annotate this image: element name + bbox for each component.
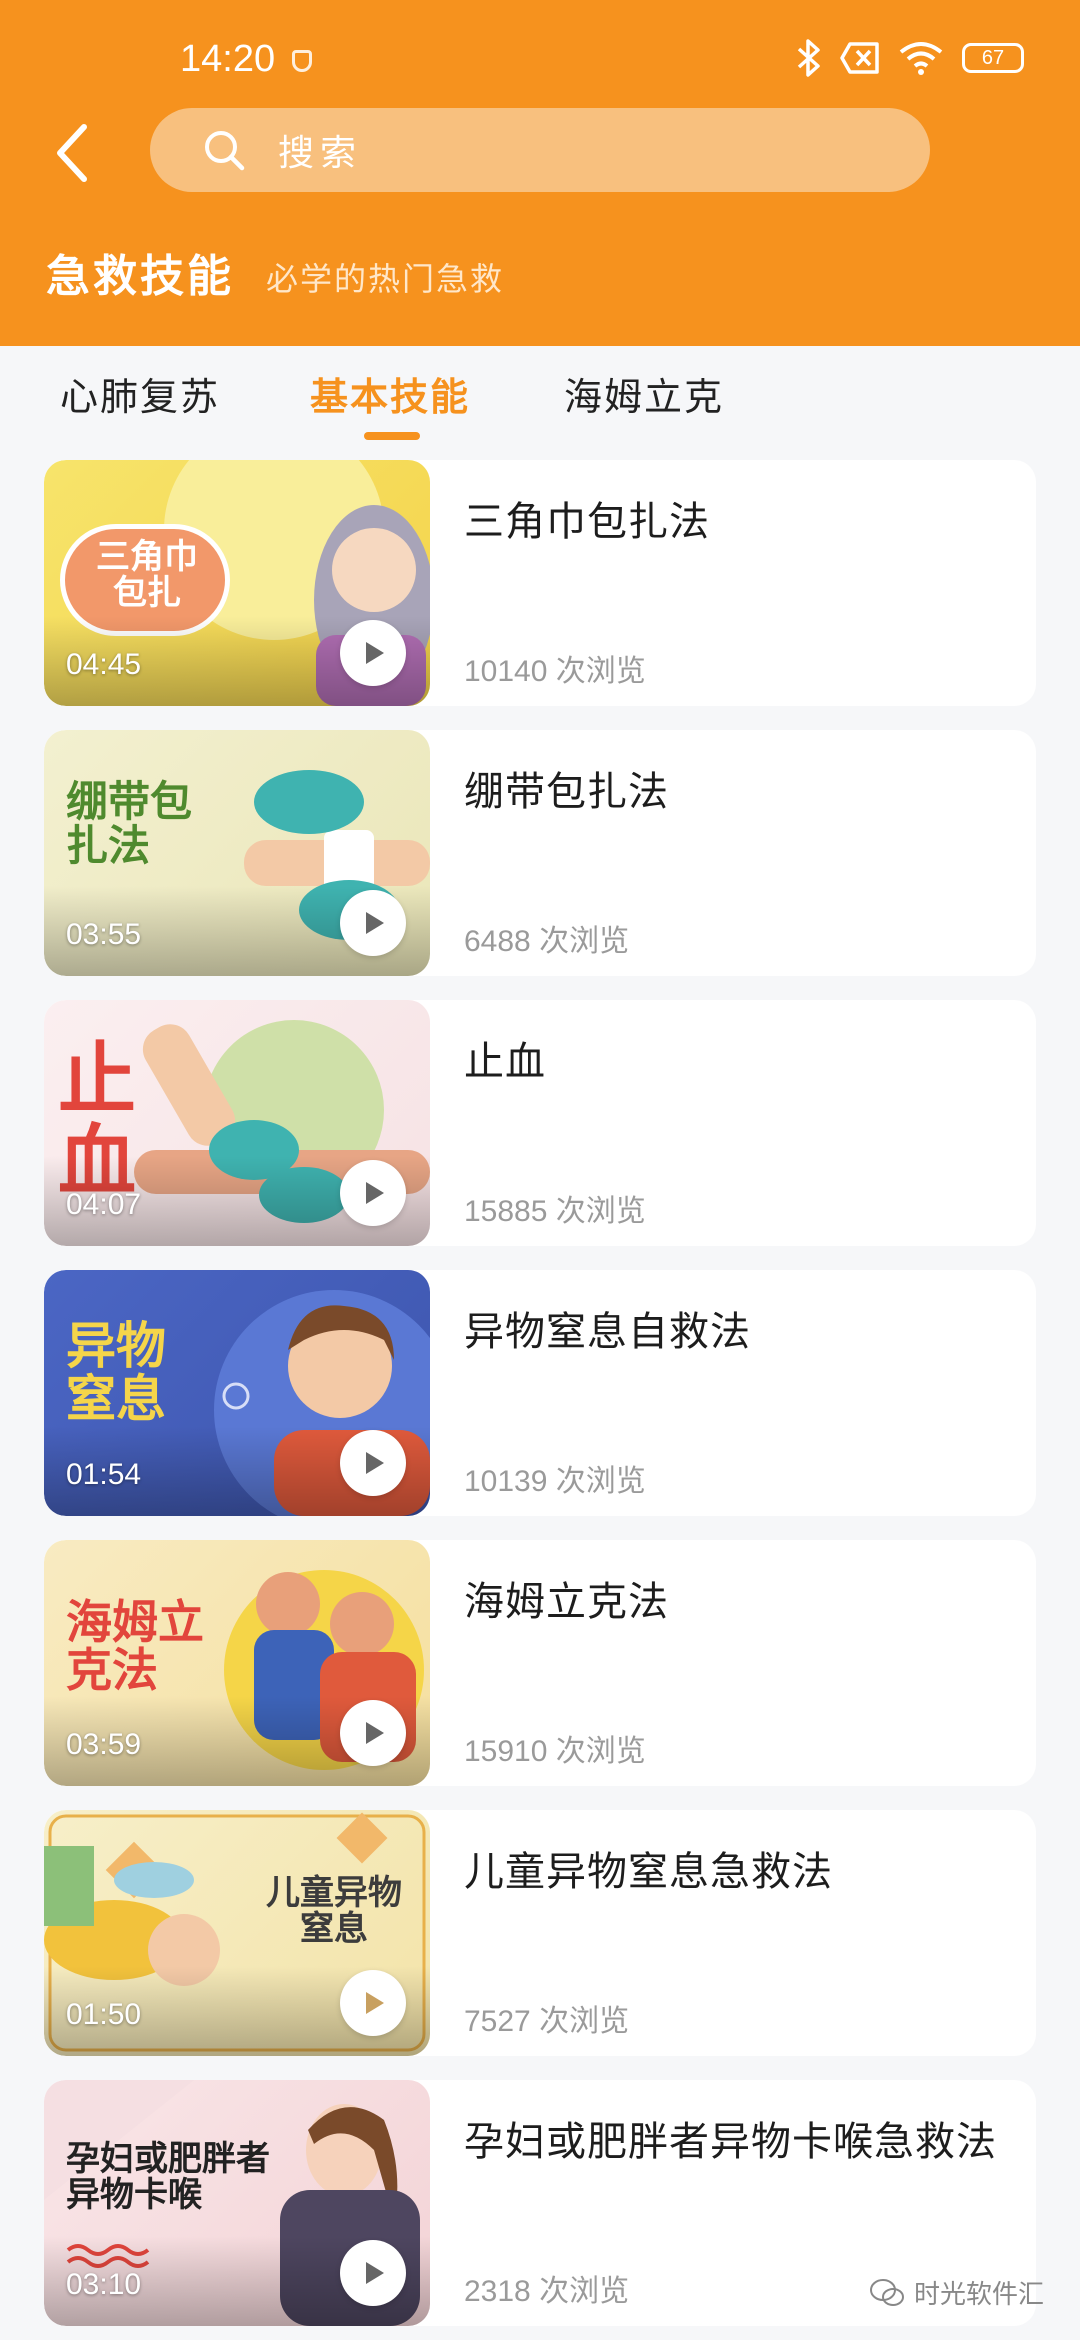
cover-text: 儿童异物窒息 — [266, 1873, 402, 1949]
search-input[interactable]: 搜索 — [150, 108, 930, 192]
status-icons: 67 — [796, 38, 1024, 78]
wechat-icon — [869, 2278, 904, 2306]
video-thumbnail[interactable]: 止血 04:07 — [44, 1000, 430, 1246]
video-title: 孕妇或肥胖者异物卡喉急救法 — [464, 2119, 997, 2165]
status-time: 14:20 — [180, 38, 276, 80]
view-count: 6488 次浏览 — [464, 924, 630, 959]
video-duration: 01:50 — [66, 1998, 142, 2031]
shield-icon — [292, 50, 312, 72]
mobile-data-off-icon — [840, 42, 879, 74]
cover-text: 三角巾包扎 — [96, 537, 198, 613]
play-icon — [366, 1992, 384, 2014]
play-button[interactable] — [340, 620, 406, 686]
cover-text: 海姆立克法 — [66, 1595, 204, 1698]
status-bar: 14:20 67 — [0, 0, 1080, 110]
video-duration: 04:07 — [66, 1188, 142, 1221]
list-item[interactable]: 绷带包扎法 03:55 绷带包扎法 6488 次浏览 — [44, 730, 1036, 976]
view-count: 15885 次浏览 — [464, 1194, 646, 1229]
list-item[interactable]: 儿童异物窒息 01:50 儿童异物窒息急救法 7527 次浏览 — [44, 1810, 1036, 2056]
video-thumbnail[interactable]: 绷带包扎法 03:55 — [44, 730, 430, 976]
watermark-text: 时光软件汇 — [913, 2280, 1044, 2310]
video-duration: 01:54 — [66, 1458, 142, 1491]
bluetooth-icon — [797, 39, 820, 77]
play-icon — [366, 1452, 384, 1474]
play-icon — [366, 1722, 384, 1744]
header: 14:20 67 搜索 急救技能 必学的热门急救 — [0, 0, 1080, 346]
video-duration: 04:45 — [66, 648, 142, 681]
video-title: 止血 — [464, 1039, 546, 1085]
play-button[interactable] — [340, 2240, 406, 2306]
play-button[interactable] — [340, 1160, 406, 1226]
play-button[interactable] — [340, 1430, 406, 1496]
video-title: 儿童异物窒息急救法 — [464, 1849, 833, 1895]
list-item[interactable]: 止血 04:07 止血 15885 次浏览 — [44, 1000, 1036, 1246]
video-title: 三角巾包扎法 — [464, 499, 710, 545]
play-icon — [366, 2262, 384, 2284]
list-item[interactable]: 海姆立克法 03:59 海姆立克法 15910 次浏览 — [44, 1540, 1036, 1786]
video-list: 三角巾包扎 04:45 三角巾包扎法 10140 次浏览 绷带包扎法 03:55 — [44, 460, 1036, 2340]
search-placeholder: 搜索 — [278, 133, 363, 174]
back-button[interactable] — [44, 118, 100, 188]
video-thumbnail[interactable]: 海姆立克法 03:59 — [44, 1540, 430, 1786]
video-thumbnail[interactable]: 儿童异物窒息 01:50 — [44, 1810, 430, 2056]
watermark: 时光软件汇 — [869, 2274, 1044, 2311]
play-icon — [366, 912, 384, 934]
search-icon — [205, 131, 245, 171]
list-item[interactable]: 异物窒息 01:54 异物窒息自救法 10139 次浏览 — [44, 1270, 1036, 1516]
page-title: 急救技能 — [46, 251, 234, 302]
video-duration: 03:59 — [66, 1728, 142, 1761]
video-thumbnail[interactable]: 异物窒息 01:54 — [44, 1270, 430, 1516]
play-button[interactable] — [340, 1970, 406, 2036]
video-title: 异物窒息自救法 — [464, 1309, 751, 1355]
wifi-icon — [899, 42, 943, 75]
tab-basic-skills[interactable]: 基本技能 — [310, 366, 470, 421]
page-subtitle: 必学的热门急救 — [266, 260, 505, 298]
tab-cpr[interactable]: 心肺复苏 — [60, 366, 220, 421]
view-count: 7527 次浏览 — [464, 2004, 630, 2039]
play-icon — [366, 642, 384, 664]
view-count: 10139 次浏览 — [464, 1464, 646, 1499]
chevron-left-icon — [57, 124, 87, 182]
active-tab-indicator — [364, 432, 420, 440]
play-button[interactable] — [340, 890, 406, 956]
category-tabs: 心肺复苏 基本技能 海姆立克 — [0, 346, 1080, 450]
video-duration: 03:10 — [66, 2268, 142, 2301]
view-count: 15910 次浏览 — [464, 1734, 646, 1769]
view-count: 10140 次浏览 — [464, 654, 646, 689]
battery-indicator: 67 — [962, 43, 1024, 73]
play-icon — [366, 1182, 384, 1204]
view-count: 2318 次浏览 — [464, 2274, 630, 2309]
cover-text: 异物窒息 — [66, 1317, 166, 1428]
play-button[interactable] — [340, 1700, 406, 1766]
cover-text: 孕妇或肥胖者异物卡喉 — [66, 2139, 270, 2215]
video-thumbnail[interactable]: 孕妇或肥胖者异物卡喉 03:10 — [44, 2080, 430, 2326]
cover-text: 绷带包扎法 — [66, 777, 193, 871]
video-duration: 03:55 — [66, 918, 142, 951]
tab-heimlich[interactable]: 海姆立克 — [564, 366, 724, 421]
video-title: 绷带包扎法 — [464, 769, 669, 815]
list-item[interactable]: 三角巾包扎 04:45 三角巾包扎法 10140 次浏览 — [44, 460, 1036, 706]
video-thumbnail[interactable]: 三角巾包扎 04:45 — [44, 460, 430, 706]
video-title: 海姆立克法 — [464, 1579, 669, 1625]
